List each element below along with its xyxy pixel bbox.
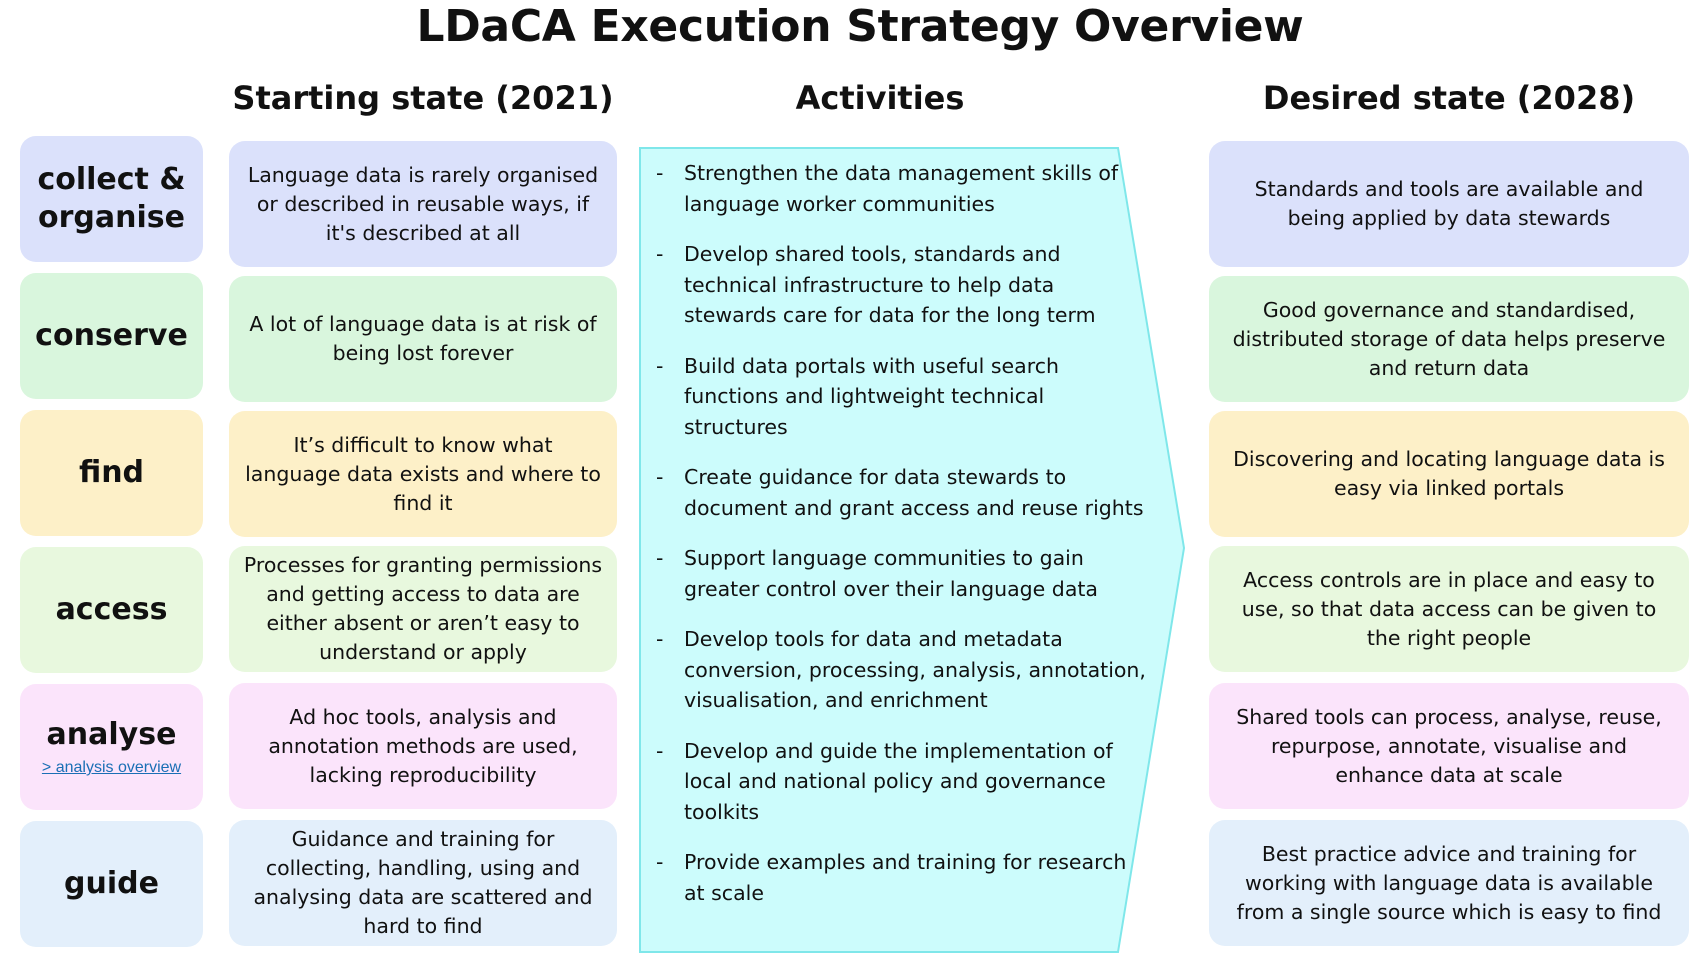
activity-item: - Develop shared tools, standards and tec… — [656, 239, 1146, 331]
desired-state-text: Standards and tools are available and be… — [1254, 177, 1644, 230]
category-conserve: conserve — [20, 273, 203, 399]
desired-state-conserve: Good governance and standardised, distri… — [1209, 276, 1689, 402]
desired-state-text: Shared tools can process, analyse, reuse… — [1236, 704, 1662, 787]
starting-state-access: Processes for granting permissions and g… — [229, 546, 617, 672]
bullet-dash: - — [656, 465, 664, 489]
category-access: access — [20, 547, 203, 673]
activity-text: Provide examples and training for resear… — [684, 850, 1127, 905]
activity-item: - Provide examples and training for resea… — [656, 847, 1146, 908]
category-collect-organise: collect & organise — [20, 136, 203, 262]
starting-state-find: It’s difficult to know what language dat… — [229, 411, 617, 537]
bullet-dash: - — [656, 353, 664, 378]
category-label: conserve — [35, 318, 188, 353]
activities-list: - Strengthen the data management skills o… — [656, 158, 1146, 928]
bullet-dash: - — [656, 546, 664, 570]
starting-state-text: It’s difficult to know what language dat… — [245, 432, 601, 515]
category-guide: guide — [20, 821, 203, 947]
starting-state-guide: Guidance and training for collecting, ha… — [229, 820, 617, 946]
activity-item: - Support language communities to gain gr… — [656, 543, 1146, 604]
category-label: guide — [64, 866, 159, 901]
activity-item: - Create guidance for data stewards to do… — [656, 462, 1146, 523]
desired-state-collect-organise: Standards and tools are available and be… — [1209, 141, 1689, 267]
bullet-dash: - — [656, 161, 664, 185]
category-label: analyse — [46, 717, 177, 752]
desired-state-guide: Best practice advice and training for wo… — [1209, 820, 1689, 946]
page-title: LDaCA Execution Strategy Overview — [416, 1, 1304, 52]
category-label: collect & organise — [37, 162, 186, 235]
activity-text: Develop tools for data and metadata conv… — [684, 627, 1146, 712]
starting-state-analyse: Ad hoc tools, analysis and annotation me… — [229, 683, 617, 809]
bullet-dash: - — [656, 627, 664, 651]
analysis-overview-link[interactable]: > analysis overview — [42, 758, 181, 778]
activity-text: Strengthen the data management skills of… — [684, 161, 1119, 216]
category-label: find — [78, 455, 145, 490]
desired-state-analyse: Shared tools can process, analyse, reuse… — [1209, 683, 1689, 809]
activity-item: - Develop and guide the implementation of… — [656, 736, 1146, 828]
starting-state-text: A lot of language data is at risk of bei… — [249, 312, 597, 365]
starting-state-conserve: A lot of language data is at risk of bei… — [229, 276, 617, 402]
starting-state-collect-organise: Language data is rarely organised or des… — [229, 141, 617, 267]
starting-state-header: Starting state (2021) — [232, 79, 614, 117]
starting-state-text: Ad hoc tools, analysis and annotation me… — [268, 704, 578, 787]
activity-text: Build data portals with useful search fu… — [684, 353, 1059, 439]
bullet-dash: - — [656, 850, 664, 874]
category-analyse: analyse > analysis overview — [20, 684, 203, 810]
bullet-dash: - — [656, 242, 664, 266]
activity-text: Create guidance for data stewards to doc… — [684, 465, 1144, 520]
desired-state-text: Good governance and standardised, distri… — [1232, 297, 1666, 380]
activity-text: Develop and guide the implementation of … — [684, 738, 1113, 824]
activity-item: - Build data portals with useful search f… — [656, 351, 1146, 443]
desired-state-text: Best practice advice and training for wo… — [1236, 841, 1662, 924]
desired-state-text: Discovering and locating language data i… — [1233, 447, 1665, 500]
activities-header: Activities — [795, 79, 965, 117]
starting-state-text: Guidance and training for collecting, ha… — [253, 827, 593, 938]
activity-text: Develop shared tools, standards and tech… — [684, 242, 1096, 327]
category-find: find — [20, 410, 203, 536]
category-label: access — [55, 592, 168, 627]
starting-state-text: Language data is rarely organised or des… — [247, 162, 599, 245]
desired-state-find: Discovering and locating language data i… — [1209, 411, 1689, 537]
desired-state-header: Desired state (2028) — [1262, 79, 1636, 117]
desired-state-text: Access controls are in place and easy to… — [1241, 567, 1657, 650]
activity-text: Support language communities to gain gre… — [684, 546, 1098, 601]
bullet-dash: - — [656, 738, 664, 763]
activity-item: - Develop tools for data and metadata con… — [656, 624, 1146, 716]
starting-state-text: Processes for granting permissions and g… — [243, 553, 603, 664]
activity-item: - Strengthen the data management skills o… — [656, 158, 1146, 219]
desired-state-access: Access controls are in place and easy to… — [1209, 546, 1689, 672]
